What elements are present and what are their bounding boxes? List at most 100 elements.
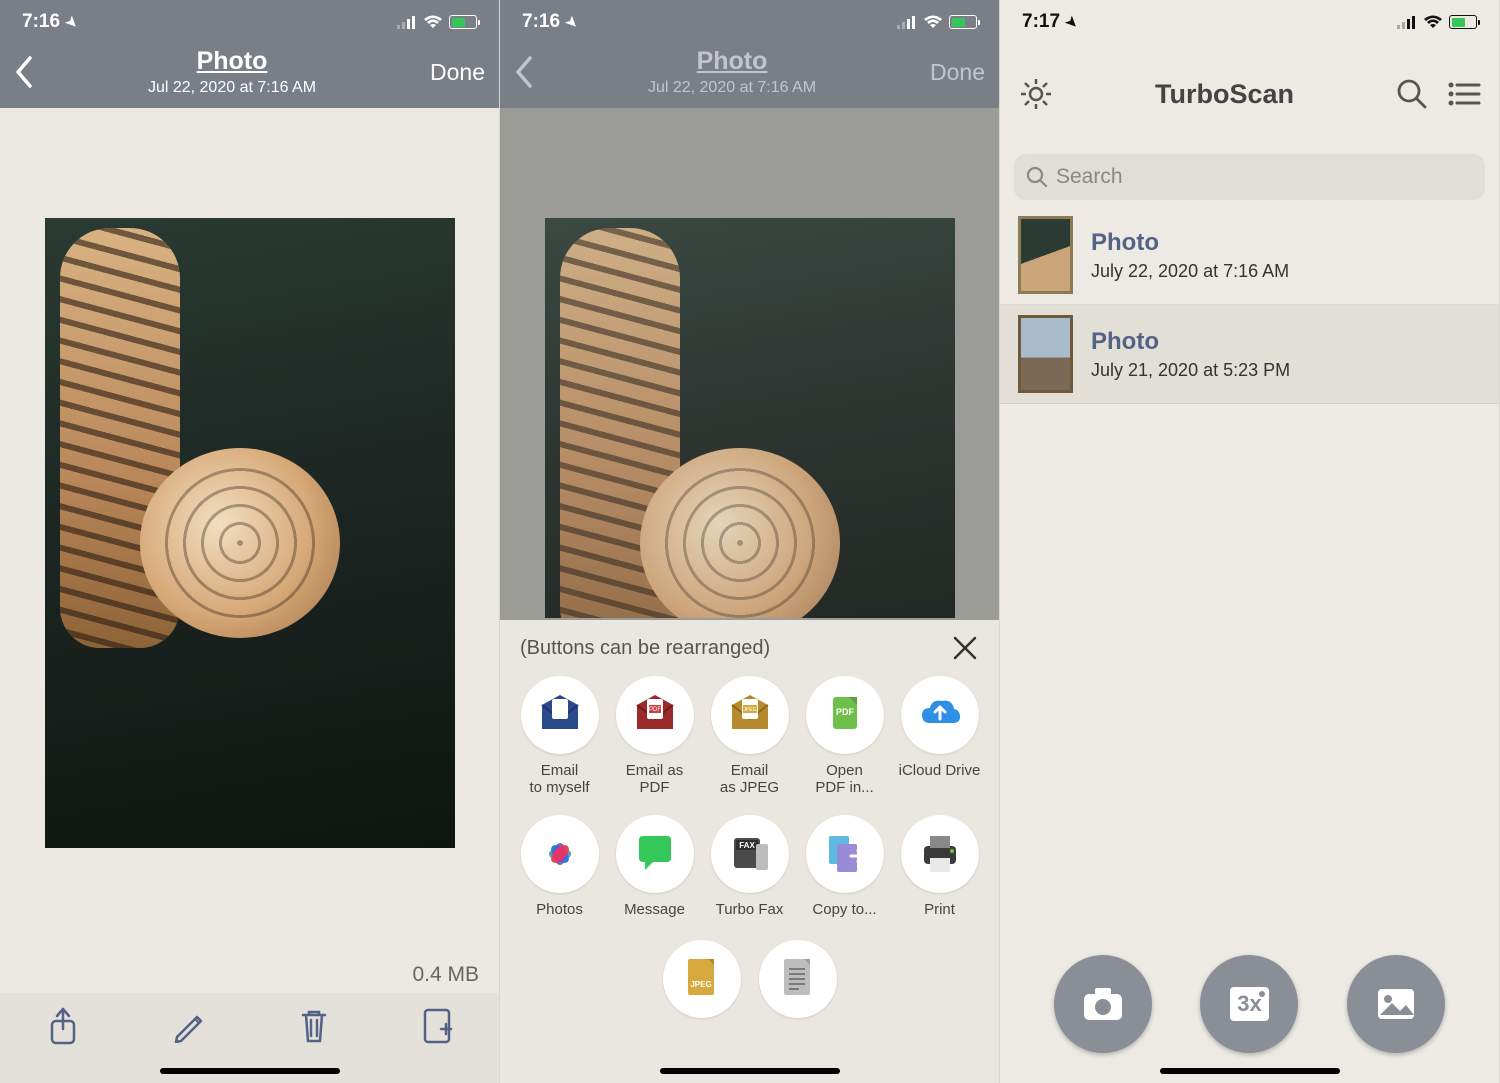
share-label: OpenPDF in... bbox=[815, 762, 873, 797]
share-action-envelope-gold-jpeg[interactable]: JPEG Emailas JPEG bbox=[702, 676, 797, 797]
search-button[interactable] bbox=[1395, 77, 1429, 111]
share-action-copy[interactable]: Copy to... bbox=[797, 815, 892, 918]
share-action-icloud[interactable]: iCloud Drive bbox=[892, 676, 987, 797]
fax-icon: FAX bbox=[711, 815, 789, 893]
printer-icon bbox=[901, 815, 979, 893]
search-input[interactable]: Search bbox=[1014, 154, 1485, 200]
list-view-button[interactable] bbox=[1447, 80, 1481, 108]
envelope-gold-jpeg-icon: JPEG bbox=[711, 676, 789, 754]
document-row[interactable]: Photo July 21, 2020 at 5:23 PM bbox=[1000, 305, 1499, 404]
share-label: Emailas JPEG bbox=[720, 762, 779, 797]
battery-icon bbox=[449, 15, 477, 29]
location-icon: ➤ bbox=[62, 12, 82, 32]
wifi-icon bbox=[423, 15, 443, 29]
nav-bar: 7:16 ➤ Photo Jul 22, 2020 at 7:16 AM Don… bbox=[500, 0, 999, 108]
document-list: Photo July 22, 2020 at 7:16 AM Photo July 2… bbox=[1000, 206, 1499, 404]
message-bubble-icon bbox=[616, 815, 694, 893]
share-label: Photos bbox=[536, 901, 583, 918]
back-button[interactable] bbox=[14, 56, 34, 88]
signal-icon bbox=[397, 16, 417, 29]
pdf-open-icon: PDF bbox=[806, 676, 884, 754]
settings-button[interactable] bbox=[1018, 76, 1054, 112]
status-bar: 7:16 ➤ bbox=[0, 0, 499, 44]
nav-bar: TurboScan bbox=[1000, 44, 1499, 144]
document-title: Photo bbox=[1091, 328, 1290, 356]
share-button[interactable] bbox=[46, 1007, 80, 1047]
page-title: Photo bbox=[534, 46, 930, 76]
envelope-blue-icon bbox=[521, 676, 599, 754]
screen-share-sheet: 7:16 ➤ Photo Jul 22, 2020 at 7:16 AM Don… bbox=[500, 0, 1000, 1083]
svg-text:PDF: PDF bbox=[836, 707, 855, 717]
signal-icon bbox=[897, 16, 917, 29]
battery-icon bbox=[1449, 15, 1477, 29]
share-action-fax[interactable]: FAX Turbo Fax bbox=[702, 815, 797, 918]
copy-icon bbox=[806, 815, 884, 893]
import-photo-button[interactable] bbox=[1347, 955, 1445, 1053]
svg-text:JPEG: JPEG bbox=[690, 980, 711, 989]
page-subtitle: Jul 22, 2020 at 7:16 AM bbox=[534, 78, 930, 97]
share-action-printer[interactable]: Print bbox=[892, 815, 987, 918]
x3-label: 3x bbox=[1230, 987, 1268, 1021]
photos-flower-icon bbox=[521, 815, 599, 893]
share-hint: (Buttons can be rearranged) bbox=[520, 637, 770, 660]
page-subtitle: Jul 22, 2020 at 7:16 AM bbox=[34, 78, 430, 97]
home-indicator[interactable] bbox=[1160, 1068, 1340, 1074]
share-action-message-bubble[interactable]: Message bbox=[607, 815, 702, 918]
svg-text:JPEG: JPEG bbox=[743, 707, 756, 713]
share-action-photos-flower[interactable]: Photos bbox=[512, 815, 607, 918]
envelope-red-pdf-icon: PDF bbox=[616, 676, 694, 754]
photo-image bbox=[45, 218, 455, 848]
add-page-button[interactable] bbox=[421, 1007, 453, 1045]
document-thumbnail bbox=[1018, 216, 1073, 294]
home-indicator[interactable] bbox=[160, 1068, 340, 1074]
camera-button[interactable] bbox=[1054, 955, 1152, 1053]
back-button bbox=[514, 56, 534, 88]
wifi-icon bbox=[1423, 15, 1443, 29]
location-icon: ➤ bbox=[1062, 12, 1082, 32]
status-bar: 7:16 ➤ bbox=[500, 0, 999, 44]
file-size-label: 0.4 MB bbox=[412, 963, 479, 987]
signal-icon bbox=[1397, 16, 1417, 29]
document-thumbnail bbox=[1018, 315, 1073, 393]
status-time: 7:16 bbox=[22, 11, 60, 33]
search-icon bbox=[1026, 166, 1048, 188]
location-icon: ➤ bbox=[562, 12, 582, 32]
document-subtitle: July 21, 2020 at 5:23 PM bbox=[1091, 360, 1290, 381]
share-action-envelope-blue[interactable]: Emailto myself bbox=[512, 676, 607, 797]
share-format-jpeg-page[interactable]: JPEG bbox=[663, 940, 741, 1018]
capture-actions: 3x bbox=[1000, 955, 1499, 1053]
share-label: Turbo Fax bbox=[716, 901, 784, 918]
share-label: Emailto myself bbox=[529, 762, 589, 797]
page-title[interactable]: Photo bbox=[34, 46, 430, 76]
icloud-icon bbox=[901, 676, 979, 754]
close-button[interactable] bbox=[951, 634, 979, 662]
scan-3x-button[interactable]: 3x bbox=[1200, 955, 1298, 1053]
done-button[interactable]: Done bbox=[430, 59, 485, 86]
share-label: Print bbox=[924, 901, 955, 918]
screen-library: 7:17 ➤ TurboScan Search Photo July 22, 20… bbox=[1000, 0, 1500, 1083]
delete-button[interactable] bbox=[298, 1007, 330, 1045]
document-subtitle: July 22, 2020 at 7:16 AM bbox=[1091, 261, 1289, 282]
share-format-text-page[interactable] bbox=[759, 940, 837, 1018]
share-label: iCloud Drive bbox=[899, 762, 981, 779]
share-sheet: (Buttons can be rearranged) Emailto myse… bbox=[500, 620, 999, 1083]
done-button: Done bbox=[930, 59, 985, 86]
svg-text:FAX: FAX bbox=[739, 841, 755, 850]
screen-photo-view: 7:16 ➤ Photo Jul 22, 2020 at 7:16 AM bbox=[0, 0, 500, 1083]
search-placeholder: Search bbox=[1056, 165, 1123, 189]
share-label: Copy to... bbox=[812, 901, 876, 918]
document-row[interactable]: Photo July 22, 2020 at 7:16 AM bbox=[1000, 206, 1499, 305]
status-time: 7:17 bbox=[1022, 11, 1060, 33]
edit-button[interactable] bbox=[171, 1007, 207, 1043]
app-title: TurboScan bbox=[1054, 79, 1395, 110]
share-action-envelope-red-pdf[interactable]: PDF Email as PDF bbox=[607, 676, 702, 797]
share-action-pdf-open[interactable]: PDF OpenPDF in... bbox=[797, 676, 892, 797]
share-label: Message bbox=[624, 901, 685, 918]
home-indicator[interactable] bbox=[660, 1068, 840, 1074]
photo-image bbox=[545, 218, 955, 618]
status-time: 7:16 bbox=[522, 11, 560, 33]
photo-viewport[interactable] bbox=[0, 108, 499, 993]
document-title: Photo bbox=[1091, 229, 1289, 257]
share-label: Email as PDF bbox=[610, 762, 700, 797]
battery-icon bbox=[949, 15, 977, 29]
